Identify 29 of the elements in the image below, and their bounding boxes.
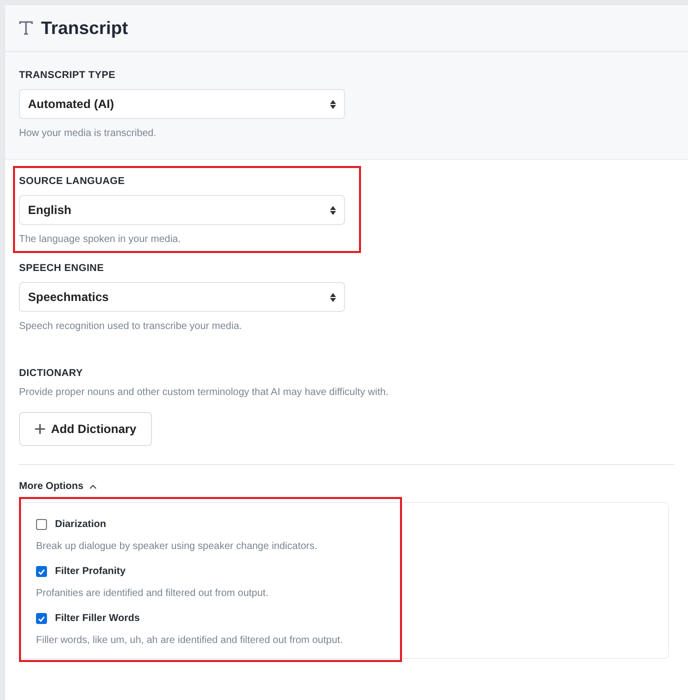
more-options-toggle[interactable]: More Options (19, 481, 84, 492)
checkbox[interactable] (36, 566, 47, 577)
section-hint: Provide proper nouns and other custom terminology that AI may have difficulty with. (19, 387, 390, 398)
add-dictionary-button[interactable]: Add Dictionary (19, 412, 152, 446)
field-hint: How your media is transcribed. (19, 128, 158, 139)
option-label: Filter Filler Words (55, 613, 140, 624)
field-label: SOURCE LANGUAGE (19, 176, 126, 187)
checkbox[interactable] (36, 613, 47, 624)
select-field[interactable]: Automated (AI) (19, 89, 345, 119)
plus-icon (35, 424, 45, 434)
select-field[interactable]: English (19, 195, 345, 225)
sort-icon (330, 100, 336, 108)
panel-title: Transcript (41, 18, 128, 38)
sort-icon (330, 206, 336, 214)
field-hint: Speech recognition used to transcribe your media. (19, 321, 243, 332)
sort-icon (330, 292, 336, 302)
field-hint: The language spoken in your media. (19, 234, 182, 245)
option-hint: Break up dialogue by speaker using speaker change indicators. (36, 541, 318, 552)
caret-icon[interactable] (89, 484, 98, 489)
checkbox[interactable] (36, 519, 47, 530)
field-label: SPEECH ENGINE (19, 263, 105, 274)
select-field[interactable]: Speechmatics (19, 282, 345, 312)
section-label: DICTIONARY (19, 368, 84, 379)
option-label: Filter Profanity (55, 566, 126, 577)
option-hint: Profanities are identified and filtered out from output. (36, 588, 270, 599)
option-hint: Filler words, like um, uh, ah are identified and filtered out from output. (36, 635, 344, 646)
option-label: Diarization (55, 519, 106, 530)
field-label: TRANSCRIPT TYPE (19, 70, 116, 81)
text-icon (19, 21, 33, 35)
